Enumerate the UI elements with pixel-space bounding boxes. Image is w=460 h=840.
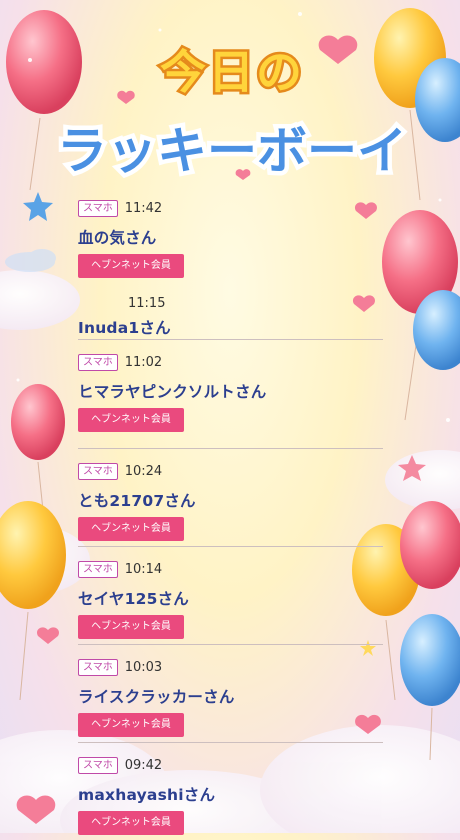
device-badge: スマホ bbox=[78, 353, 118, 371]
list-item: スマホ 10:03 ライスクラッカーさん ヘブンネット会員 bbox=[78, 645, 383, 742]
entry-name[interactable]: maxhayashiさん bbox=[78, 783, 383, 805]
device-badge: スマホ bbox=[78, 199, 118, 217]
device-badge: スマホ bbox=[78, 756, 118, 774]
member-button[interactable]: ヘブンネット会員 bbox=[78, 811, 184, 835]
title-line1: 今日の bbox=[160, 45, 304, 99]
member-button[interactable]: ヘブンネット会員 bbox=[78, 517, 184, 541]
member-button[interactable]: ヘブンネット会員 bbox=[78, 615, 184, 639]
device-badge: スマホ bbox=[78, 658, 118, 676]
list-item: スマホ 11:42 血の気さん ヘブンネット会員 bbox=[78, 196, 383, 294]
list-item: スマホ 10:14 セイヤ125さん ヘブンネット会員 bbox=[78, 547, 383, 644]
entry-time: 10:14 bbox=[124, 561, 163, 577]
entry-name[interactable]: ライスクラッカーさん bbox=[78, 685, 383, 707]
list-item: 11:15 Inuda1さん bbox=[78, 294, 383, 339]
lucky-boy-list: スマホ 11:42 血の気さん ヘブンネット会員 11:15 Inuda1さん … bbox=[78, 196, 383, 840]
entry-time: 11:42 bbox=[124, 200, 163, 216]
entry-time: 11:15 bbox=[128, 296, 166, 311]
entry-name[interactable]: 血の気さん bbox=[78, 226, 383, 248]
device-badge: スマホ bbox=[78, 462, 118, 480]
member-button[interactable]: ヘブンネット会員 bbox=[78, 254, 184, 278]
entry-name[interactable]: Inuda1さん bbox=[78, 316, 383, 338]
member-button[interactable]: ヘブンネット会員 bbox=[78, 408, 184, 432]
list-item: スマホ 09:42 maxhayashiさん ヘブンネット会員 bbox=[78, 743, 383, 840]
entry-name[interactable]: セイヤ125さん bbox=[78, 587, 383, 609]
device-badge: スマホ bbox=[78, 560, 118, 578]
page-title: 今日の ラッキーボーイ bbox=[53, 43, 412, 185]
list-item: スマホ 10:24 とも21707さん ヘブンネット会員 bbox=[78, 449, 383, 546]
member-button[interactable]: ヘブンネット会員 bbox=[78, 713, 184, 737]
entry-time: 10:03 bbox=[124, 659, 163, 675]
entry-name[interactable]: とも21707さん bbox=[78, 489, 383, 511]
entry-name[interactable]: ヒマラヤピンクソルトさん bbox=[78, 380, 383, 402]
list-item: スマホ 11:02 ヒマラヤピンクソルトさん ヘブンネット会員 bbox=[78, 340, 383, 448]
entry-time: 11:02 bbox=[124, 354, 163, 370]
title-line2: ラッキーボーイ bbox=[57, 122, 407, 180]
entry-time: 10:24 bbox=[124, 463, 163, 479]
star-icon-blue bbox=[23, 192, 53, 221]
entry-time: 09:42 bbox=[124, 757, 163, 773]
